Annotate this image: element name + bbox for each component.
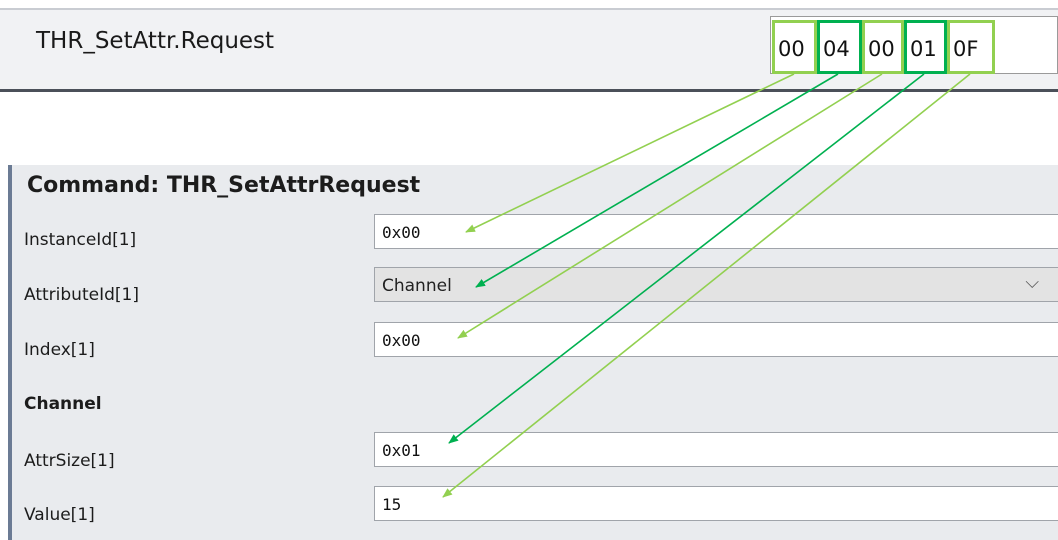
- screenshot-stage: THR_SetAttr.Request 00 04 00 01 0F Comma…: [0, 0, 1058, 540]
- attr-size-field[interactable]: 0x01: [374, 432, 1058, 467]
- channel-section-heading: Channel: [24, 394, 102, 414]
- hex-byte-index: 00: [862, 20, 904, 74]
- chevron-down-icon[interactable]: ⌵: [1025, 272, 1039, 293]
- hex-byte-value: 0F: [947, 20, 995, 74]
- attr-size-label: AttrSize[1]: [24, 451, 115, 471]
- attribute-id-label: AttributeId[1]: [24, 285, 139, 305]
- instance-id-label: InstanceId[1]: [24, 230, 137, 250]
- value-field[interactable]: 15: [374, 486, 1058, 521]
- hex-byte-attribute-id: 04: [817, 20, 862, 74]
- request-title: THR_SetAttr.Request: [36, 28, 275, 54]
- attribute-id-selected-value: Channel: [382, 276, 452, 296]
- instance-id-field[interactable]: 0x00: [374, 214, 1058, 249]
- index-label: Index[1]: [24, 340, 95, 360]
- hex-byte-attr-size: 01: [904, 20, 947, 74]
- value-label: Value[1]: [24, 505, 95, 525]
- attribute-id-select[interactable]: Channel ⌵: [374, 267, 1058, 302]
- hex-byte-instance-id: 00: [772, 20, 817, 74]
- index-field[interactable]: 0x00: [374, 322, 1058, 357]
- command-title: Command: THR_SetAttrRequest: [27, 173, 421, 198]
